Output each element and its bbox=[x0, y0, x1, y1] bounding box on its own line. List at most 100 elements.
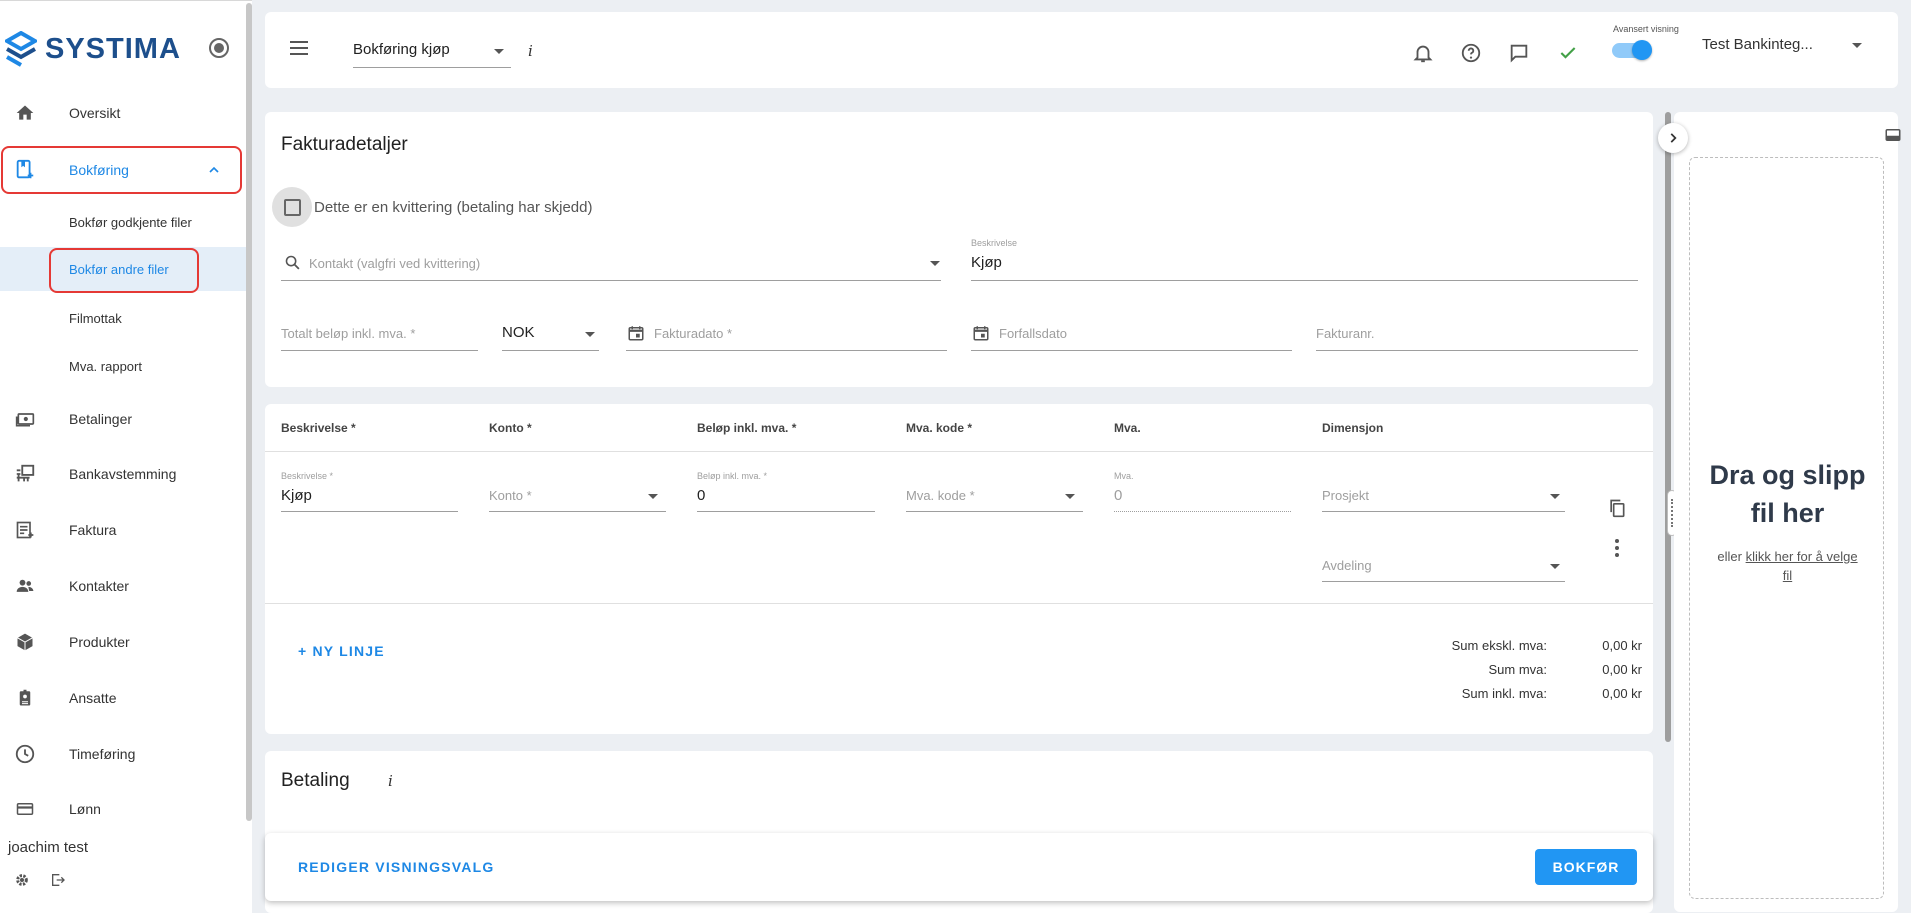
info-icon[interactable]: i bbox=[528, 42, 533, 60]
view-select[interactable]: Bokføring kjøp bbox=[353, 41, 511, 69]
search-icon bbox=[284, 254, 301, 271]
contact-underline bbox=[281, 280, 941, 281]
sidebar-item-label: Faktura bbox=[69, 522, 117, 538]
sidebar-item-label: Kontakter bbox=[69, 578, 129, 594]
chevron-down-icon bbox=[1852, 43, 1862, 48]
record-icon[interactable] bbox=[209, 38, 229, 58]
chevron-down-icon[interactable] bbox=[648, 494, 658, 499]
bank-reconcile-icon bbox=[13, 462, 37, 486]
sidebar-item-bankavstemming[interactable]: Bankavstemming bbox=[0, 452, 246, 496]
invoice-lines-card: Beskrivelse * Konto * Beløp inkl. mva. *… bbox=[265, 404, 1653, 734]
sum-excl-vat-value: 0,00 kr bbox=[1602, 638, 1642, 653]
sidebar-subitem-label: Bokfør godkjente filer bbox=[69, 214, 192, 230]
chevron-up-icon[interactable] bbox=[206, 162, 222, 178]
due-date-underline bbox=[971, 350, 1292, 351]
sum-excl-vat-label: Sum ekskl. mva: bbox=[1451, 638, 1547, 653]
line-vat-code-select[interactable]: Mva. kode * bbox=[906, 488, 975, 503]
row-divider bbox=[265, 603, 1653, 604]
chevron-down-icon[interactable] bbox=[930, 261, 940, 266]
drag-handle-icon bbox=[1671, 499, 1673, 527]
toggle-knob bbox=[1632, 40, 1652, 60]
total-amount-input[interactable]: Totalt beløp inkl. mva. * bbox=[281, 326, 415, 341]
line-vat-label: Mva. bbox=[1114, 471, 1134, 481]
sum-vat-value: 0,00 kr bbox=[1602, 662, 1642, 677]
sidebar-scrollbar[interactable] bbox=[246, 3, 252, 821]
products-icon bbox=[13, 630, 37, 654]
edit-view-button[interactable]: REDIGER VISNINGSVALG bbox=[298, 859, 494, 875]
receipt-checkbox-label: Dette er en kvittering (betaling har skj… bbox=[314, 199, 593, 216]
sidebar-item-faktura[interactable]: Faktura bbox=[0, 508, 246, 552]
contacts-icon bbox=[13, 574, 37, 598]
file-upload-panel: Dra og slipp fil her eller klikk her for… bbox=[1674, 112, 1901, 912]
systima-logo-icon bbox=[5, 31, 37, 67]
copy-icon[interactable] bbox=[1607, 497, 1627, 519]
column-header-description: Beskrivelse * bbox=[281, 421, 356, 435]
chevron-down-icon bbox=[494, 49, 504, 54]
dropzone-title: Dra og slipp fil her bbox=[1709, 460, 1866, 528]
collapse-panel-button[interactable] bbox=[1658, 123, 1688, 153]
receipt-checkbox[interactable] bbox=[284, 199, 301, 216]
chat-icon[interactable] bbox=[1508, 42, 1530, 64]
more-vert-icon[interactable] bbox=[1613, 538, 1621, 558]
invoice-details-card: Fakturadetaljer Dette er en kvittering (… bbox=[265, 112, 1653, 387]
sidebar-item-timeforing[interactable]: Timeføring bbox=[0, 732, 246, 776]
column-header-vat-code: Mva. kode * bbox=[906, 421, 973, 435]
sidebar-item-betalinger[interactable]: Betalinger bbox=[0, 397, 246, 441]
currency-underline bbox=[502, 350, 599, 351]
gear-icon[interactable] bbox=[14, 872, 30, 888]
payroll-icon bbox=[13, 797, 37, 821]
chevron-down-icon[interactable] bbox=[585, 332, 595, 337]
bell-icon[interactable] bbox=[1412, 42, 1434, 64]
line-description-input[interactable]: Kjøp bbox=[281, 487, 312, 504]
hamburger-menu-icon[interactable] bbox=[289, 40, 309, 56]
panel-layout-icon[interactable] bbox=[1883, 126, 1903, 144]
sidebar-item-produkter[interactable]: Produkter bbox=[0, 620, 246, 664]
sidebar-item-lonn[interactable]: Lønn bbox=[0, 787, 246, 831]
logout-icon[interactable] bbox=[50, 872, 66, 888]
bookkeeping-icon bbox=[13, 158, 37, 182]
line-project-select[interactable]: Prosjekt bbox=[1322, 488, 1369, 503]
check-icon[interactable] bbox=[1557, 43, 1579, 63]
chevron-down-icon[interactable] bbox=[1065, 494, 1075, 499]
calendar-icon[interactable] bbox=[972, 324, 990, 342]
sidebar-item-label: Lønn bbox=[69, 801, 101, 817]
sidebar-subitem-label: Mva. rapport bbox=[69, 358, 142, 374]
sidebar-item-label: Timeføring bbox=[69, 746, 136, 762]
advanced-view-toggle[interactable] bbox=[1612, 40, 1654, 60]
contact-input[interactable]: Kontakt (valgfri ved kvittering) bbox=[309, 256, 480, 271]
line-description-underline bbox=[281, 511, 458, 512]
submit-button[interactable]: BOKFØR bbox=[1535, 849, 1637, 885]
calendar-icon[interactable] bbox=[627, 324, 645, 342]
line-department-underline bbox=[1322, 581, 1565, 582]
new-line-button[interactable]: + NY LINJE bbox=[298, 643, 385, 659]
payment-title: Betaling bbox=[281, 770, 350, 791]
invoice-date-input[interactable]: Fakturadato * bbox=[654, 326, 732, 341]
sidebar-subitem-filmottak[interactable]: Filmottak bbox=[0, 296, 246, 340]
sidebar-item-oversikt[interactable]: Oversikt bbox=[0, 91, 246, 135]
due-date-input[interactable]: Forfallsdato bbox=[999, 326, 1067, 341]
sidebar-item-bokforing[interactable]: Bokføring bbox=[0, 148, 246, 192]
sidebar-subitem-godkjente[interactable]: Bokfør godkjente filer bbox=[0, 200, 246, 244]
choose-file-link[interactable]: klikk her for å velge fil bbox=[1746, 549, 1858, 583]
view-select-value: Bokføring kjøp bbox=[353, 41, 450, 58]
sidebar-item-kontakter[interactable]: Kontakter bbox=[0, 564, 246, 608]
line-department-select[interactable]: Avdeling bbox=[1322, 558, 1372, 573]
chevron-down-icon[interactable] bbox=[1550, 564, 1560, 569]
line-account-select[interactable]: Konto * bbox=[489, 488, 532, 503]
brand-logo[interactable]: SYSTIMA bbox=[5, 31, 181, 67]
line-amount-input[interactable]: 0 bbox=[697, 487, 705, 504]
column-header-vat: Mva. bbox=[1114, 421, 1141, 435]
company-select[interactable]: Test Bankinteg... bbox=[1702, 34, 1877, 64]
info-icon[interactable]: i bbox=[388, 772, 393, 790]
invoice-number-input[interactable]: Fakturanr. bbox=[1316, 326, 1375, 341]
description-input[interactable]: Kjøp bbox=[971, 254, 1002, 271]
sidebar-item-ansatte[interactable]: Ansatte bbox=[0, 676, 246, 720]
help-icon[interactable] bbox=[1460, 42, 1482, 64]
total-amount-underline bbox=[281, 350, 478, 351]
file-dropzone[interactable]: Dra og slipp fil her eller klikk her for… bbox=[1689, 157, 1884, 899]
top-bar: Bokføring kjøp i Avansert visning Test B… bbox=[265, 12, 1898, 88]
sidebar-subitem-mva-rapport[interactable]: Mva. rapport bbox=[0, 344, 246, 388]
currency-select[interactable]: NOK bbox=[502, 324, 535, 341]
chevron-down-icon[interactable] bbox=[1550, 494, 1560, 499]
content-scrollbar[interactable] bbox=[1665, 112, 1671, 742]
